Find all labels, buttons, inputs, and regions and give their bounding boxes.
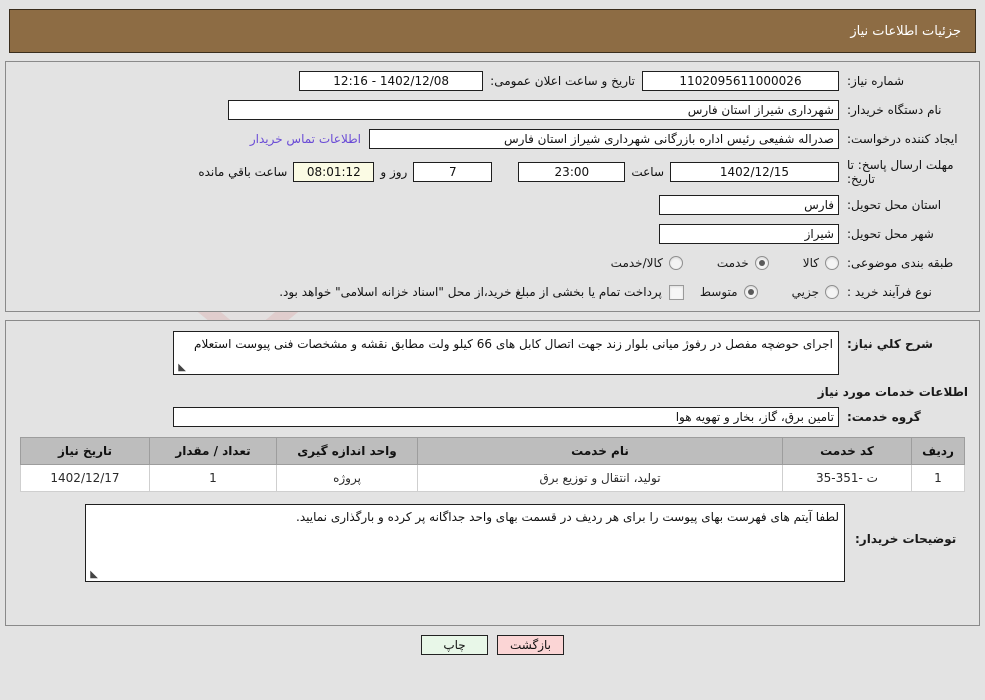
th-quantity: تعداد / مقدار (149, 437, 277, 465)
cell-quantity: 1 (149, 464, 277, 492)
resize-handle-icon[interactable]: ◣ (176, 363, 186, 373)
row-buyer-org: نام دستگاه خریدار: شهرداری شیراز استان ف… (14, 97, 971, 123)
cell-radif: 1 (911, 464, 965, 492)
cell-service-code: ت -351-35 (782, 464, 912, 492)
buyer-contact-link[interactable]: اطلاعات تماس خریدار (242, 132, 369, 146)
process-option-minor[interactable]: جزیي (792, 285, 839, 299)
category-option-service-label: خدمت (716, 256, 749, 270)
buyer-org-field[interactable]: شهرداری شیراز استان فارس (228, 100, 839, 120)
buyer-notes-label: توضیحات خریدار: (855, 532, 957, 546)
row-deadline: مهلت ارسال پاسخ: تا تاریخ: 1402/12/15 سا… (14, 155, 971, 189)
category-option-goods[interactable]: کالا (803, 256, 839, 270)
category-option-service[interactable]: خدمت (717, 256, 769, 270)
print-button[interactable]: چاپ (421, 635, 488, 655)
th-unit: واحد اندازه گیری (276, 437, 418, 465)
page-title: جزئیات اطلاعات نیاز (850, 23, 961, 39)
description-text: اجرای حوضچه مفصل در رفوژ میانی بلوار زند… (194, 337, 833, 351)
cell-service-name: تولید، انتقال و توزیع برق (417, 464, 783, 492)
process-option-medium-label: متوسط (699, 285, 738, 299)
cell-need-date: 1402/12/17 (20, 464, 150, 492)
public-announce-field[interactable]: 1402/12/08 - 12:16 (299, 71, 484, 91)
province-label: استان محل تحویل: (847, 197, 942, 212)
province-field[interactable]: فارس (659, 195, 839, 215)
radio-icon-goods-service[interactable] (668, 256, 683, 270)
buyer-notes-textarea[interactable]: لطفا آیتم های فهرست بهای پیوست را برای ه… (85, 504, 845, 582)
city-field[interactable]: شیراز (659, 224, 839, 244)
deadline-time-label: ساعت (631, 165, 664, 179)
th-radif: ردیف (911, 437, 965, 465)
buyer-notes-text: لطفا آیتم های فهرست بهای پیوست را برای ه… (296, 510, 839, 524)
category-option-goods-label: کالا (802, 256, 819, 270)
remaining-time-label: ساعت باقي مانده (198, 165, 288, 179)
row-process-type: نوع فرآیند خرید : جزیي متوسط پرداخت تمام… (14, 279, 971, 305)
services-table: ردیف کد خدمت نام خدمت واحد اندازه گیری ت… (20, 437, 965, 492)
treasury-note-text: پرداخت تمام یا بخشی از مبلغ خرید،از محل … (279, 285, 662, 299)
request-creator-label: ایجاد کننده درخواست: (847, 131, 958, 146)
service-group-field[interactable]: تامین برق، گاز، بخار و تهویه هوا (173, 407, 839, 427)
footer-actions: بازگشت چاپ (0, 635, 985, 655)
back-button[interactable]: بازگشت (497, 635, 564, 655)
th-service-name: نام خدمت (417, 437, 783, 465)
row-request-creator: ایجاد کننده درخواست: صدراله شفیعی رئیس ا… (14, 126, 971, 152)
table-row[interactable]: 1 ت -351-35 تولید، انتقال و توزیع برق پر… (20, 464, 965, 492)
category-label: طبقه بندی موضوعی: (847, 255, 954, 270)
th-service-code: کد خدمت (782, 437, 912, 465)
process-type-label: نوع فرآیند خرید : (847, 284, 932, 299)
category-radio-group: کالا خدمت کالا/خدمت (611, 256, 839, 270)
page-header: جزئیات اطلاعات نیاز (9, 9, 976, 53)
need-number-field[interactable]: 1102095611000026 (642, 71, 839, 91)
radio-icon-minor[interactable] (825, 285, 839, 299)
public-announce-label: تاریخ و ساعت اعلان عمومی: (490, 74, 635, 88)
row-service-group: گروه خدمت: تامین برق، گاز، بخار و تهویه … (14, 407, 971, 427)
row-city: شهر محل تحویل: شیراز (14, 221, 971, 247)
need-number-label: شماره نیاز: (847, 73, 904, 88)
radio-icon-service[interactable] (754, 256, 769, 270)
process-type-radio-group: جزیي متوسط (700, 285, 839, 299)
description-label: شرح کلي نیاز: (847, 337, 933, 351)
services-panel: شرح کلي نیاز: اجرای حوضچه مفصل در رفوژ م… (5, 320, 980, 626)
process-option-minor-label: جزیي (791, 285, 819, 299)
service-group-label: گروه خدمت: (847, 410, 921, 424)
table-header-row: ردیف کد خدمت نام خدمت واحد اندازه گیری ت… (20, 437, 965, 465)
row-category: طبقه بندی موضوعی: کالا خدمت کالا/خدمت (14, 250, 971, 276)
deadline-time-field[interactable]: 23:00 (518, 162, 626, 182)
remaining-days-label: روز و (380, 165, 408, 179)
description-textarea[interactable]: اجرای حوضچه مفصل در رفوژ میانی بلوار زند… (173, 331, 839, 375)
row-need-number: شماره نیاز: 1102095611000026 تاریخ و ساع… (14, 68, 971, 94)
row-buyer-notes: توضیحات خریدار: لطفا آیتم های فهرست بهای… (14, 504, 971, 582)
cell-unit: پروژه (276, 464, 418, 492)
radio-icon-goods[interactable] (825, 256, 839, 270)
city-label: شهر محل تحویل: (847, 226, 934, 241)
row-province: استان محل تحویل: فارس (14, 192, 971, 218)
need-info-panel: شماره نیاز: 1102095611000026 تاریخ و ساع… (5, 61, 980, 312)
services-section-heading: اطلاعات خدمات مورد نیاز (817, 385, 968, 399)
services-table-wrap: ردیف کد خدمت نام خدمت واحد اندازه گیری ت… (14, 437, 971, 492)
process-option-medium[interactable]: متوسط (700, 285, 758, 299)
request-creator-field[interactable]: صدراله شفیعی رئیس اداره بازرگانی شهرداری… (369, 129, 839, 149)
remaining-days-field[interactable]: 7 (413, 162, 493, 182)
checkbox-icon-treasury[interactable] (668, 284, 684, 300)
deadline-date-field[interactable]: 1402/12/15 (670, 162, 839, 182)
category-option-goods-service-label: کالا/خدمت (610, 256, 663, 270)
page-root: جزئیات اطلاعات نیاز شماره نیاز: 11020956… (0, 9, 985, 655)
radio-icon-medium[interactable] (743, 285, 758, 299)
buyer-org-label: نام دستگاه خریدار: (847, 102, 942, 117)
resize-handle-icon-buyer[interactable]: ◣ (88, 570, 98, 580)
th-need-date: تاریخ نیاز (20, 437, 150, 465)
remaining-time-field[interactable]: 08:01:12 (293, 162, 375, 182)
treasury-note-wrap[interactable]: پرداخت تمام یا بخشی از مبلغ خرید،از محل … (279, 284, 684, 300)
deadline-label: مهلت ارسال پاسخ: تا تاریخ: (847, 157, 954, 186)
category-option-goods-service[interactable]: کالا/خدمت (611, 256, 683, 270)
row-description: شرح کلي نیاز: اجرای حوضچه مفصل در رفوژ م… (14, 331, 971, 375)
